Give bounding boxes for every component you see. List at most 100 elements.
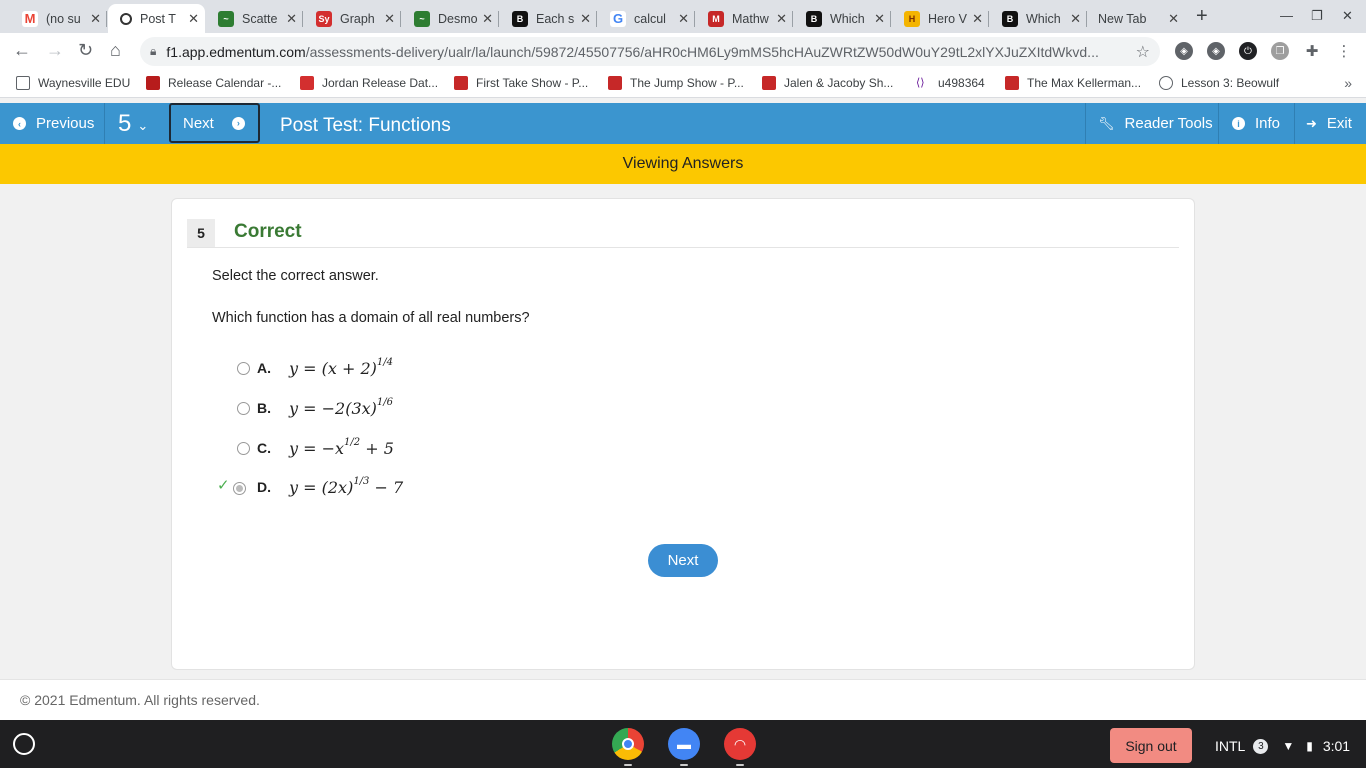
restore-icon[interactable]: ❐ (1311, 8, 1323, 24)
files-icon[interactable]: ▬ (668, 728, 700, 760)
viewing-answers-banner: Viewing Answers (0, 144, 1366, 184)
question-selector[interactable]: 5 ⌄ (118, 103, 148, 144)
bookmark-item[interactable]: Release Calendar -... (146, 76, 281, 90)
browser-tab[interactable]: New Tab ✕ (1088, 4, 1185, 33)
next-button[interactable]: Next (648, 544, 718, 577)
wrench-icon: 🔧︎ (1098, 115, 1115, 131)
gmail-icon: M (22, 10, 38, 27)
back-icon[interactable]: ← (13, 40, 31, 61)
espn-icon (1005, 76, 1019, 90)
sign-out-icon: ➜ (1306, 115, 1317, 131)
bookmark-item[interactable]: ⟨⟩ u498364 (916, 76, 985, 90)
browser-tab[interactable]: B Which ✕ (794, 4, 891, 33)
browser-tab-active[interactable]: Post T ✕ (108, 4, 205, 33)
bookmark-star-icon[interactable]: ☆ (1136, 42, 1150, 62)
close-icon[interactable]: ✕ (678, 11, 689, 27)
info-button[interactable]: i Info (1232, 103, 1280, 144)
reload-icon[interactable]: ↻ (78, 40, 93, 61)
close-icon[interactable]: ✕ (874, 11, 885, 27)
new-tab-icon[interactable]: + (1196, 5, 1208, 28)
lock-icon[interactable]: 🔒︎ (150, 44, 156, 59)
option-expression: y = (x + 2)1/4 (289, 357, 393, 378)
checkmark-icon: ✓ (217, 477, 230, 494)
bookmarks-overflow-icon[interactable]: » (1344, 75, 1352, 91)
close-icon[interactable]: ✕ (90, 11, 101, 27)
bookmark-item[interactable]: The Jump Show - P... (608, 76, 744, 90)
chrome-icon[interactable] (612, 728, 644, 760)
close-icon[interactable]: ✕ (580, 11, 591, 27)
browser-tab[interactable]: Sy Graph ✕ (304, 4, 401, 33)
radio-button[interactable] (237, 442, 250, 455)
radio-button[interactable] (237, 362, 250, 375)
browser-tab[interactable]: ~ Desmo ✕ (402, 4, 499, 33)
browser-tab[interactable]: ~ Scatte ✕ (206, 4, 303, 33)
brainly-icon: B (806, 10, 822, 27)
browser-tab[interactable]: G calcul ✕ (598, 4, 695, 33)
system-shelf: ▬ ◠ Sign out INTL 3 ▼ ▮ 3:01 (0, 720, 1366, 768)
bookmark-item[interactable]: Jordan Release Dat... (300, 76, 438, 90)
answer-option-a[interactable]: A. y = (x + 2)1/4 (217, 357, 517, 387)
bookmark-item[interactable]: The Max Kellerman... (1005, 76, 1141, 90)
desmos-icon: ~ (218, 10, 234, 27)
browser-tab[interactable]: B Which ✕ (990, 4, 1087, 33)
browser-tab[interactable]: H Hero V ✕ (892, 4, 989, 33)
home-icon[interactable]: ⌂ (110, 40, 121, 61)
espn-icon (454, 76, 468, 90)
info-icon: i (1232, 117, 1245, 130)
brainly-icon: B (512, 10, 528, 27)
previous-button[interactable]: ‹ Previous (13, 103, 94, 144)
minimize-icon[interactable]: — (1280, 8, 1293, 23)
mathway-icon: M (708, 10, 724, 27)
google-icon: G (610, 10, 626, 27)
browser-tab[interactable]: M Mathw ✕ (696, 4, 793, 33)
status-tray[interactable]: INTL 3 ▼ ▮ 3:01 (1215, 738, 1350, 754)
window-close-icon[interactable]: ✕ (1342, 8, 1353, 24)
power-extension-icon[interactable]: ⏻ (1239, 42, 1257, 60)
close-icon[interactable]: ✕ (776, 11, 787, 27)
address-bar[interactable]: 🔒︎ f1.app.edmentum.com/assessments-deliv… (140, 37, 1160, 66)
radio-button-selected[interactable] (233, 482, 246, 495)
shield-extension-icon[interactable]: ◈ (1207, 42, 1225, 60)
bookmark-item[interactable]: First Take Show - P... (454, 76, 588, 90)
exit-button[interactable]: ➜ Exit (1306, 103, 1352, 144)
close-icon[interactable]: ✕ (1070, 11, 1081, 27)
chevron-left-icon: ‹ (13, 117, 26, 130)
reader-tools-button[interactable]: 🔧︎ Reader Tools (1098, 103, 1213, 144)
launcher-icon[interactable] (13, 733, 35, 755)
sign-out-button[interactable]: Sign out (1110, 728, 1192, 763)
close-icon[interactable]: ✕ (384, 11, 395, 27)
clock: 3:01 (1322, 738, 1351, 754)
bookmark-item[interactable]: Lesson 3: Beowulf (1159, 76, 1279, 90)
copy-extension-icon[interactable]: ❐ (1271, 42, 1289, 60)
espn-icon (762, 76, 776, 90)
answer-option-b[interactable]: B. y = −2(3x)1/6 (217, 397, 517, 427)
site-icon (300, 76, 314, 90)
close-icon[interactable]: ✕ (188, 11, 199, 27)
question-card: 5 Correct Select the correct answer. Whi… (171, 198, 1195, 670)
result-status: Correct (234, 221, 302, 242)
hero-icon: H (904, 10, 920, 27)
page-title: Post Test: Functions (280, 115, 451, 136)
close-icon[interactable]: ✕ (482, 11, 493, 27)
bookmark-item[interactable]: Waynesville EDU (16, 76, 130, 90)
folder-icon (16, 76, 30, 90)
close-icon[interactable]: ✕ (972, 11, 983, 27)
browser-tab[interactable]: B Each s ✕ (500, 4, 597, 33)
close-icon[interactable]: ✕ (286, 11, 297, 27)
answer-option-d[interactable]: ✓ D. y = (2x)1/3 − 7 (217, 476, 517, 506)
close-icon[interactable]: ✕ (1168, 11, 1179, 27)
option-expression: y = (2x)1/3 − 7 (289, 476, 404, 497)
browser-tab[interactable]: M (no su ✕ (10, 4, 107, 33)
header-next-button[interactable]: Next › (169, 103, 260, 143)
question-instruction: Select the correct answer. (212, 268, 379, 284)
puzzle-extension-icon[interactable]: ✚ (1303, 42, 1321, 60)
bookmark-item[interactable]: Jalen & Jacoby Sh... (762, 76, 893, 90)
headphones-icon[interactable]: ◠ (724, 728, 756, 760)
answer-option-c[interactable]: C. y = −x1/2 + 5 (217, 437, 517, 467)
radio-button[interactable] (237, 402, 250, 415)
option-expression: y = −x1/2 + 5 (289, 437, 394, 458)
shield-extension-icon[interactable]: ◈ (1175, 42, 1193, 60)
menu-icon[interactable]: ⋮ (1335, 42, 1353, 60)
symbolab-icon: Sy (316, 10, 332, 27)
forward-icon[interactable]: → (46, 40, 64, 61)
